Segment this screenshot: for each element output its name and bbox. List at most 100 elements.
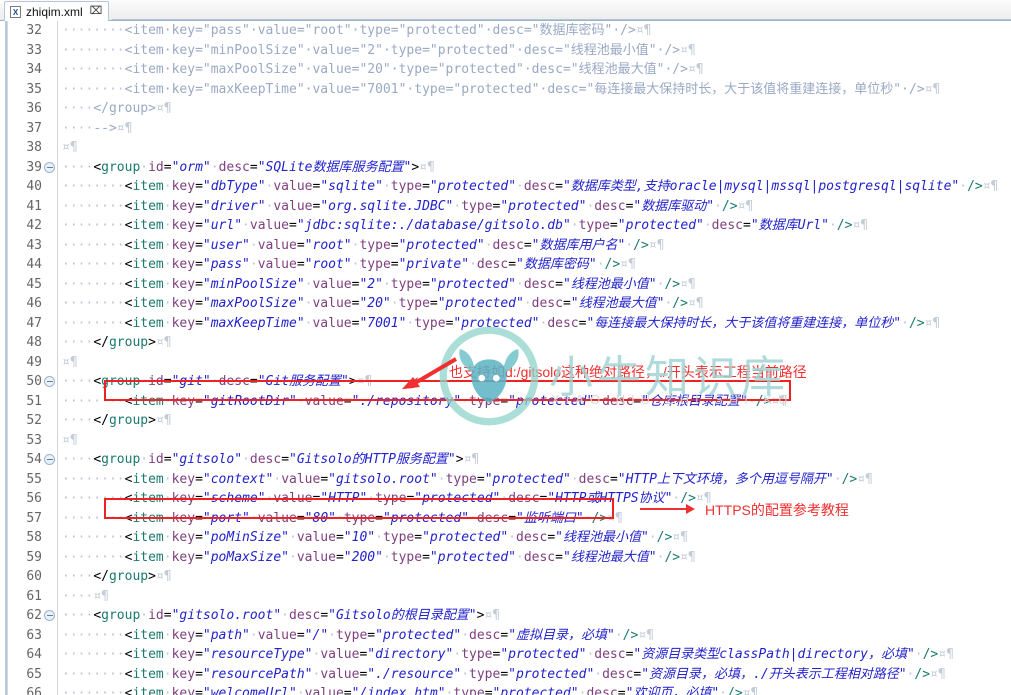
code-line[interactable]: 65 ········<item·key="resourcePath"·value… [0,665,1011,685]
code-line[interactable]: 40 ········<item·key="dbType"·value="sqli… [0,177,1011,197]
code-line[interactable]: 63 ········<item·key="path"·value="/"·typ… [0,626,1011,646]
token-attr: value [257,510,297,526]
token-attr: desc [711,218,743,233]
code-line[interactable]: 34 ········<item·key="maxPoolSize"·value=… [0,60,1011,80]
token-brk: = [163,374,172,389]
token-attr: type [578,218,610,233]
code-line[interactable]: 62 ····<group·id="gitsolo.root"·desc="Git… [0,606,1011,626]
token-val: "线程池最小值" [562,276,657,292]
token-attr: desc [523,42,556,58]
code-line[interactable]: 37 ····-->¤¶ [0,119,1011,139]
token-sl: /> [755,393,772,409]
token-ws: · [469,510,477,526]
xml-file-icon: X [10,5,21,18]
token-brk: = [617,686,626,695]
close-icon[interactable]: ⌧ [90,6,103,17]
code-line[interactable]: 52 ····</group>¤¶ [0,411,1011,431]
token-ws: · [516,549,524,565]
token-val: "每连接最大保持时长，大于该值将重建连接，单位秒" [586,81,902,97]
token-ws: · [249,237,258,253]
token-ws: · [210,374,219,389]
fold-toggle-icon[interactable] [44,376,55,387]
code-line[interactable]: 36 ····</group>¤¶ [0,99,1011,119]
token-val: "7001" [359,315,407,331]
code-line[interactable]: 61 ····¤¶ [0,587,1011,607]
code-line[interactable]: 46 ········<item·key="maxPoolSize"·value=… [0,294,1011,314]
code-line[interactable]: 47 ········<item·key="maxKeepTime"·value=… [0,314,1011,334]
token-attr: type [390,276,423,292]
code-line[interactable]: 54 ····<group·id="gitsolo"·desc="Gitsolo的… [0,450,1011,470]
token-attr: key [171,510,196,526]
token-val: "protected" [429,179,517,194]
code-line[interactable]: 41 ········<item·key="driver"·value="org.… [0,197,1011,217]
token-brk: </ [93,413,109,428]
code-line[interactable]: 66 ········<item·key="welcomeUrl"·value="… [0,684,1011,695]
code-line[interactable]: 56 ········<item·key="scheme"·value="HTTP… [0,489,1011,509]
token-ws: · [140,452,149,467]
line-end-marks: ¤¶ [680,42,696,58]
token-brk: = [367,627,376,643]
token-tag: group [101,159,141,175]
code-line[interactable]: 55 ········<item·key="context"·value="git… [0,470,1011,490]
indent-dots: ········ [62,510,125,526]
token-val: "SQLite数据库服务配置" [257,159,412,175]
token-ws: · [289,530,297,545]
token-ws: · [596,257,605,272]
token-tag: group [101,608,141,623]
code-line[interactable]: 57 ········<item·key="port"·value="80"·ty… [0,509,1011,529]
code-text: ········<item·key="port"·value="80"·type… [62,509,623,529]
code-line[interactable]: 45 ········<item·key="minPoolSize"·value=… [0,275,1011,295]
token-attr: desc [531,62,563,77]
indent-dots: ········ [62,549,125,565]
token-val: "Git服务配置" [257,374,349,389]
token-attr: value [296,549,336,565]
code-line[interactable]: 32 ········<item·key="pass"·value="root"·… [0,21,1011,41]
code-area[interactable]: 32 ········<item·key="pass"·value="root"·… [0,21,1011,695]
token-tag: item [132,62,164,77]
token-tag: item [132,491,164,506]
fold-toggle-icon[interactable] [44,454,55,465]
token-ws: · [140,608,149,623]
code-line[interactable]: 39 ····<group·id="orm"·desc="SQLite数据库服务配… [0,158,1011,178]
code-line[interactable]: 38 ¤¶ [0,138,1011,158]
line-end-marks: ¤¶ [857,471,873,487]
token-tag: group [108,413,149,428]
code-line[interactable]: 64 ········<item·key="resourceType"·value… [0,645,1011,665]
line-end-marks: ¤¶ [155,569,172,584]
token-tag: group [101,452,141,467]
token-ws: · [516,276,524,292]
code-line[interactable]: 58 ········<item·key="poMinSize"·value="1… [0,528,1011,548]
code-line[interactable]: 59 ········<item·key="poMaxSize"·value="2… [0,548,1011,568]
token-val: "protected" [414,491,501,506]
tab-zhiqim-xml[interactable]: X zhiqim.xml ⌧ [4,1,110,21]
code-line[interactable]: 42 ········<item·key="url"·value="jdbc:sq… [0,216,1011,236]
token-attr: id [148,608,164,623]
code-text: ········<item·key="dbType"·value="sqlite… [62,177,998,197]
indent-dots: ···· [62,588,94,604]
token-brk: = [555,276,563,292]
code-line[interactable]: 51 ········<item·key="gitRootDir"·value="… [0,392,1011,412]
token-ws: · [594,666,603,682]
fold-toggle-icon[interactable] [44,161,55,173]
code-line[interactable]: 53 ¤¶ [0,431,1011,451]
token-brk: </ [93,335,109,350]
token-attr: key [171,471,196,487]
line-number: 58 [26,530,42,545]
line-end-marks: ¤¶ [463,452,480,467]
token-ws: · [625,237,634,253]
code-line[interactable]: 33 ········<item·key="minPoolSize"·value=… [0,41,1011,61]
fold-toggle-icon[interactable] [44,610,55,621]
code-line[interactable]: 48 ····</group>¤¶ [0,333,1011,353]
code-line[interactable]: 44 ········<item·key="pass"·value="root"·… [0,255,1011,275]
token-attr: value [273,491,313,506]
token-val: "protected" [422,530,509,545]
line-number: 50 [26,374,42,389]
line-end-marks: ¤¶ [930,666,946,682]
xml-editor[interactable]: 32 ········<item·key="pass"·value="root"·… [0,21,1011,695]
code-line[interactable]: 35 ········<item·key="maxKeepTime"·value=… [0,80,1011,100]
code-line[interactable]: 43 ········<item·key="user"·value="root"·… [0,236,1011,256]
code-line[interactable]: 60 ····</group>¤¶ [0,567,1011,587]
token-brk: = [484,686,493,695]
token-attr: desc [469,627,501,643]
token-val: "protected" [398,237,485,253]
